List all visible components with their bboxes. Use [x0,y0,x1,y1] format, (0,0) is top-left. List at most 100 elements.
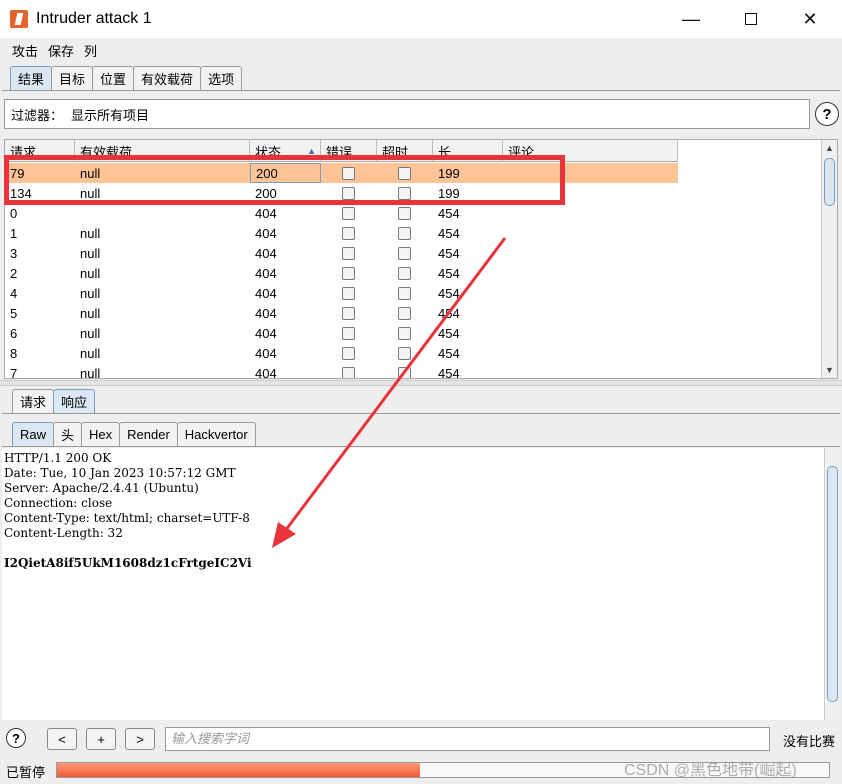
table-row[interactable]: 4 null 404 454 [5,283,678,303]
table-scrollbar[interactable]: ▲ ▼ [821,140,837,378]
next-match-button[interactable]: > [125,728,155,750]
timeout-cell [377,323,433,343]
timeout-checkbox[interactable] [398,206,411,220]
error-checkbox[interactable] [342,226,355,240]
request-cell: 1 [10,225,18,241]
search-placeholder: 输入搜索字词 [171,731,250,746]
table-row[interactable]: 3 null 404 454 [5,243,678,263]
timeout-checkbox[interactable] [398,226,411,240]
length-cell: 454 [438,345,460,361]
filter-bar[interactable]: 过滤器： 显示所有项目 [4,99,810,129]
response-header-line: Content-Type: text/html; charset=UTF-8 [4,511,250,525]
status-text: 已暂停 [6,765,46,780]
payload-cell: null [80,305,101,321]
scroll-down-icon[interactable]: ▼ [822,362,837,378]
timeout-checkbox[interactable] [398,266,411,280]
add-button[interactable]: + [86,728,116,750]
response-blank-line [4,541,824,556]
timeout-checkbox[interactable] [398,326,411,340]
timeout-cell [377,263,433,283]
view-tabs: Raw 头 Hex Render Hackvertor [12,422,256,446]
error-checkbox[interactable] [342,346,355,360]
previous-match-button[interactable]: < [47,728,77,750]
menu-item-save[interactable]: 保存 [48,41,74,60]
timeout-checkbox[interactable] [398,246,411,260]
request-cell: 6 [10,325,18,341]
comment-cell [503,243,678,263]
tab-divider [2,90,840,91]
payload-cell: null [80,285,101,301]
comment-cell [503,223,678,243]
error-checkbox[interactable] [342,286,355,300]
comment-cell [503,263,678,283]
maximize-button[interactable] [728,0,774,38]
menu-item-attack[interactable]: 攻击 [12,41,38,60]
timeout-checkbox[interactable] [398,286,411,300]
error-checkbox[interactable] [342,326,355,340]
timeout-cell [377,223,433,243]
timeout-cell [377,283,433,303]
tab-positions[interactable]: 位置 [92,66,135,90]
comment-cell [503,203,678,223]
tab-options[interactable]: 选项 [200,66,243,90]
response-scrollbar[interactable] [824,448,840,720]
timeout-checkbox[interactable] [398,306,411,320]
scroll-thumb[interactable] [827,466,838,702]
tab-response[interactable]: 响应 [53,389,96,413]
minimize-button[interactable]: — [668,0,714,38]
error-cell [321,203,377,223]
request-cell: 7 [10,365,18,379]
timeout-checkbox[interactable] [398,366,411,378]
error-checkbox[interactable] [342,266,355,280]
response-header-line: Date: Tue, 10 Jan 2023 10:57:12 GMT [4,466,236,480]
error-checkbox[interactable] [342,366,355,378]
response-viewer[interactable]: HTTP/1.1 200 OK Date: Tue, 10 Jan 2023 1… [2,448,824,720]
table-row[interactable]: 0 404 454 [5,203,678,223]
search-input[interactable]: 输入搜索字词 [165,727,770,751]
tab-request[interactable]: 请求 [12,389,55,413]
scroll-thumb[interactable] [824,158,835,206]
request-cell: 8 [10,345,18,361]
status-cell: 404 [255,305,277,321]
error-checkbox[interactable] [342,306,355,320]
close-button[interactable]: ✕ [787,0,833,38]
help-icon[interactable]: ? [6,728,26,748]
error-cell [321,283,377,303]
pane-splitter[interactable] [0,380,842,386]
payload-cell: null [80,345,101,361]
maximize-icon [745,13,757,25]
menu-item-columns[interactable]: 列 [84,41,97,60]
request-cell: 4 [10,285,18,301]
tab-hackvertor[interactable]: Hackvertor [176,422,256,446]
detail-tabs: 请求 响应 [12,389,96,413]
table-row[interactable]: 1 null 404 454 [5,223,678,243]
payload-cell: null [80,265,101,281]
error-checkbox[interactable] [342,206,355,220]
timeout-cell [377,303,433,323]
help-icon[interactable]: ? [815,102,839,126]
response-body: I2QietA8if5UkM1608dz1cFrtgeIC2Vi [4,556,252,570]
timeout-checkbox[interactable] [398,346,411,360]
highlight-box [4,155,565,205]
table-row[interactable]: 8 null 404 454 [5,343,678,363]
tab-hex[interactable]: Hex [81,422,121,446]
table-row[interactable]: 7 null 404 454 [5,363,678,379]
length-cell: 454 [438,205,460,221]
table-row[interactable]: 5 null 404 454 [5,303,678,323]
table-row[interactable]: 6 null 404 454 [5,323,678,343]
tab-headers[interactable]: 头 [53,422,83,446]
table-row[interactable]: 2 null 404 454 [5,263,678,283]
length-cell: 454 [438,325,460,341]
timeout-cell [377,243,433,263]
scroll-up-icon[interactable]: ▲ [822,140,837,156]
tab-results[interactable]: 结果 [10,66,53,90]
search-result-status: 没有比赛 [783,734,836,749]
request-cell: 2 [10,265,18,281]
tab-raw[interactable]: Raw [12,422,55,446]
error-checkbox[interactable] [342,246,355,260]
tab-target[interactable]: 目标 [51,66,94,90]
tab-render[interactable]: Render [119,422,178,446]
length-cell: 454 [438,245,460,261]
tab-payloads[interactable]: 有效载荷 [133,66,202,90]
status-cell: 404 [255,325,277,341]
